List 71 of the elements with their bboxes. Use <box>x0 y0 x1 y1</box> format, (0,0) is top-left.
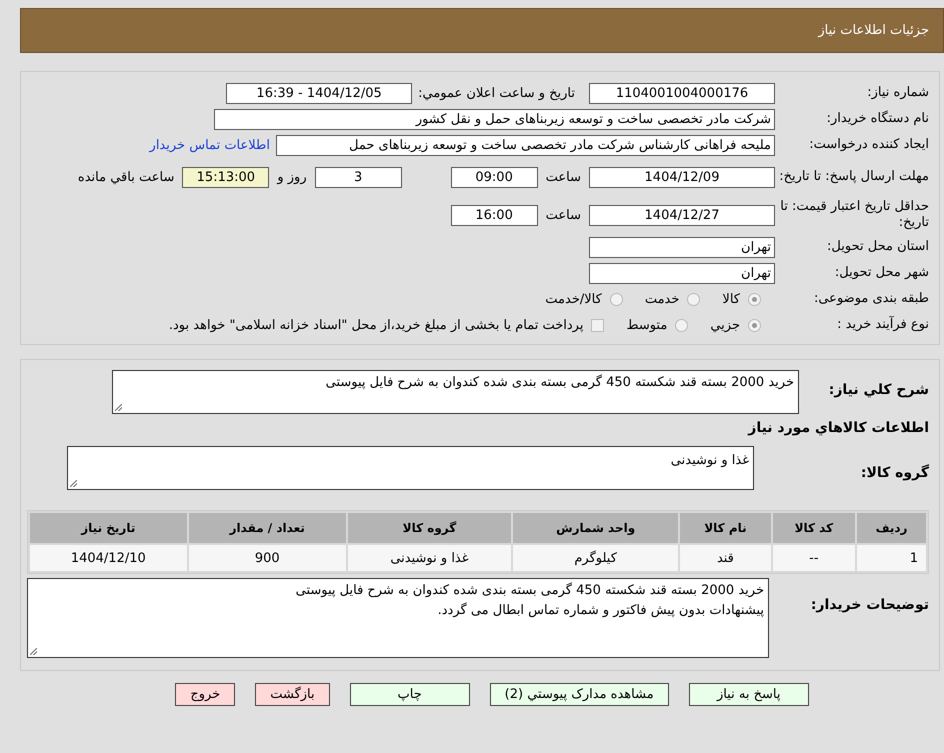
need-number-field: 1104001004000176 <box>589 82 775 104</box>
option-label: متوسط <box>626 318 668 332</box>
goods-group-textarea[interactable]: غذا و نوشیدنی <box>67 446 754 490</box>
resize-grip-icon[interactable] <box>30 648 37 655</box>
buyer-contact-link[interactable]: اطلاعات تماس خريدار <box>150 138 270 152</box>
resize-grip-icon[interactable] <box>115 404 122 411</box>
radio-button[interactable] <box>748 292 761 306</box>
resize-grip-icon[interactable] <box>70 480 77 487</box>
remaining-label: ساعت باقي مانده <box>78 170 174 184</box>
option-label: جزيي <box>710 318 740 332</box>
table-cell: 1 <box>857 545 926 571</box>
deadline-time-field: 09:00 <box>450 166 538 188</box>
radio-button[interactable] <box>687 292 700 306</box>
column-header: رديف <box>857 513 926 543</box>
table-cell: 900 <box>188 545 346 571</box>
announce-date-field: 1404/12/05 - 16:39 <box>226 82 412 104</box>
remaining-time-field: 15:13:00 <box>182 166 270 188</box>
radio-button[interactable] <box>610 292 623 306</box>
section-title: اطلاعات کالاهاي مورد نياز <box>746 419 929 438</box>
page-title: جزئیات اطلاعات نیاز <box>818 23 929 38</box>
field-label: شماره نیاز: <box>866 85 929 101</box>
table-cell: قند <box>680 545 771 571</box>
field-label: گروه کالا: <box>860 463 929 481</box>
column-header: تاريخ نياز <box>30 513 187 543</box>
table-cell: -- <box>772 545 856 571</box>
field-label: نوع فرآيند خريد : <box>836 317 929 333</box>
column-header: نام کالا <box>680 513 771 543</box>
field-label: شهر محل تحویل: <box>834 265 929 281</box>
table-cell: 1404/12/10 <box>30 545 187 571</box>
action-button[interactable]: مشاهده مدارک پيوستي (2) <box>490 683 669 706</box>
deadline-date-field: 1404/12/09 <box>589 166 775 188</box>
option-label: كالا/خدمت <box>545 292 602 306</box>
field-label: حداقل تاريخ اعتبار قيمت: تا تاريخ: <box>779 199 929 231</box>
notes-line: خرید 2000 بسته قند شکسته 450 گرمی بسته بندی شده کندوان به شرح فایل پیوستی <box>294 582 764 600</box>
action-button[interactable]: پاسخ به نياز <box>688 683 809 706</box>
description-textarea[interactable]: خرید 2000 بسته قند شکسته 450 گرمی بسته بندی شده کندوان به شرح فایل پیوستی <box>112 370 799 414</box>
action-button[interactable]: خروج <box>175 683 236 706</box>
table-cell: غذا و نوشیدنی <box>348 545 512 571</box>
field-label: شرح کلي نياز: <box>828 381 929 398</box>
action-button[interactable]: بازگشت <box>255 683 330 706</box>
validity-time-field: 16:00 <box>450 204 538 226</box>
province-field: تهران <box>589 236 775 258</box>
column-header: تعداد / مقدار <box>188 513 346 543</box>
time-label: ساعت <box>546 170 581 184</box>
option-label: كالا <box>722 292 740 306</box>
field-label: تاريخ و ساعت اعلان عمومي: <box>418 86 575 100</box>
validity-date-field: 1404/12/27 <box>589 204 775 226</box>
days-field: 3 <box>314 166 402 188</box>
option-label: پرداخت تمام يا بخشی از مبلغ خريد،از محل "اسناد خزانه اسلامی" خواهد بود. <box>168 318 584 332</box>
notes-line: پیشنهادات بدون پیش فاکتور و شماره تماس ابطال می گردد. <box>436 602 764 620</box>
field-label: نام دستگاه خريدار: <box>826 111 929 127</box>
buyer-notes-textarea[interactable]: خرید 2000 بسته قند شکسته 450 گرمی بسته بندی شده کندوان به شرح فایل پیوستی پیشنهادات بدون پیش فاکتور و شماره تماس ابطال می گردد. <box>27 578 769 658</box>
action-button[interactable]: چاپ <box>350 683 470 706</box>
column-header: گروه کالا <box>348 513 512 543</box>
field-label: طبقه بندی موضوعی: <box>812 291 929 307</box>
field-label: توضيحات خريدار: <box>810 596 929 614</box>
days-label: روز و <box>277 170 307 184</box>
column-header: کد کالا <box>772 513 856 543</box>
field-label: مهلت ارسال پاسخ: تا تاریخ: <box>778 169 929 185</box>
buyer-field: شرکت مادر تخصصی ساخت و توسعه زیربناهای حمل و نقل کشور <box>214 108 775 130</box>
city-field: تهران <box>589 262 775 284</box>
radio-button[interactable] <box>748 318 761 332</box>
radio-button[interactable] <box>675 318 688 332</box>
creator-field: ملیحه فراهانی کارشناس شرکت مادر تخصصی ساخت و توسعه زیربناهای حمل <box>276 134 775 156</box>
option-label: خدمت <box>644 292 680 306</box>
field-label: ايجاد کننده درخواست: <box>808 137 929 153</box>
checkbox[interactable] <box>591 318 604 332</box>
time-label: ساعت <box>546 208 581 222</box>
table-cell: کیلوگرم <box>513 545 678 571</box>
column-header: واحد شمارش <box>513 513 678 543</box>
field-label: استان محل تحویل: <box>826 239 929 255</box>
